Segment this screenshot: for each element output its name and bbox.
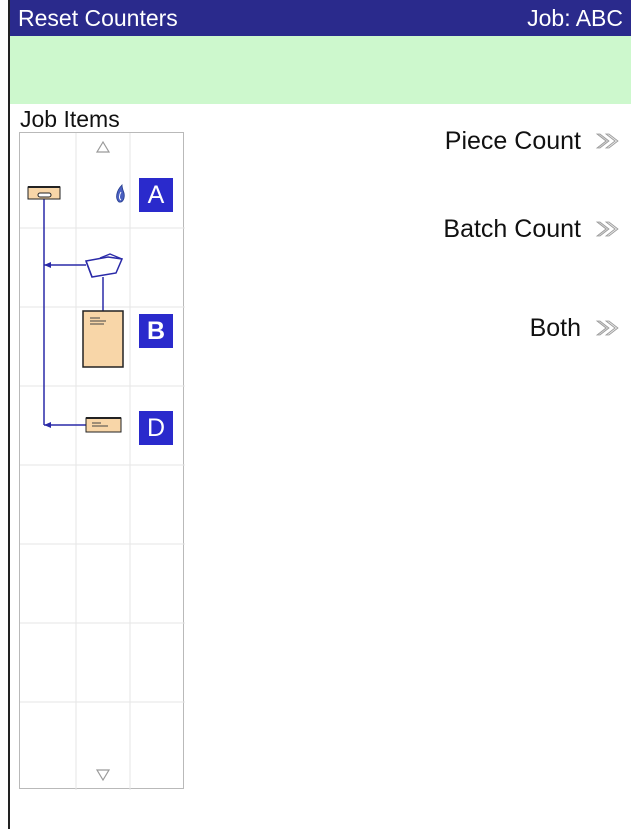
scroll-down-icon[interactable] xyxy=(95,767,111,783)
double-chevron-icon xyxy=(595,133,619,149)
job-label: Job: ABC xyxy=(527,5,623,31)
batch-count-button[interactable]: Batch Count xyxy=(443,213,621,245)
status-banner xyxy=(10,36,631,104)
flow-arrowheads xyxy=(41,189,51,428)
job-items-panel: A B D xyxy=(19,132,185,790)
double-chevron-icon xyxy=(595,221,619,237)
job-items-grid xyxy=(20,133,185,790)
envelope-small-icon xyxy=(85,417,122,433)
piece-count-button[interactable]: Piece Count xyxy=(445,125,621,157)
item-badge-d[interactable]: D xyxy=(139,411,173,445)
job-items-heading: Job Items xyxy=(20,106,120,132)
item-badge-b[interactable]: B xyxy=(139,314,173,348)
title-bar: Reset Counters Job: ABC xyxy=(10,0,631,36)
document-sheet-icon xyxy=(82,310,124,368)
piece-count-label: Piece Count xyxy=(444,126,581,155)
envelope-slot-icon xyxy=(27,186,61,200)
both-button[interactable]: Both xyxy=(530,312,621,344)
double-chevron-icon xyxy=(595,320,619,336)
batch-count-label: Batch Count xyxy=(443,214,581,243)
item-badge-a[interactable]: A xyxy=(139,178,173,212)
scroll-up-icon[interactable] xyxy=(95,139,111,155)
folder-insert-icon xyxy=(84,253,124,278)
both-label: Both xyxy=(529,313,581,342)
drop-icon xyxy=(116,184,125,203)
page-title: Reset Counters xyxy=(18,5,178,31)
